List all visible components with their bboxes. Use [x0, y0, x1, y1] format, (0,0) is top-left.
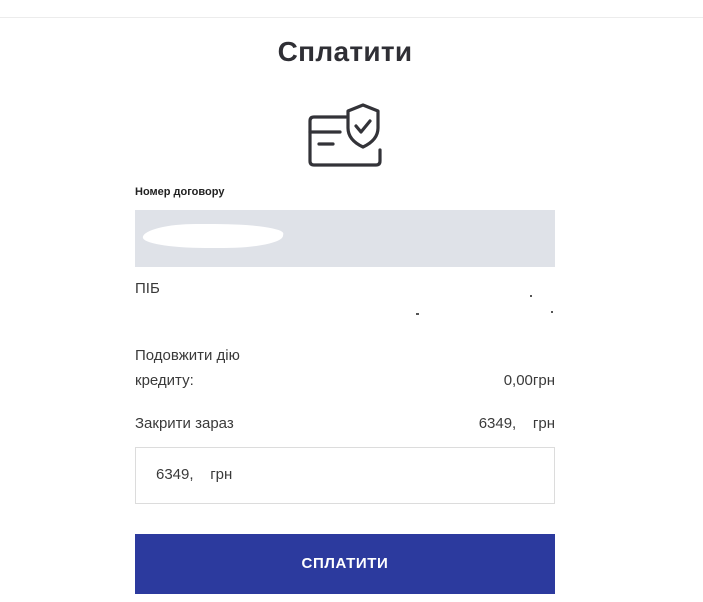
close-now-amount: 6349, грн — [478, 415, 555, 432]
card-shield-check-icon — [308, 103, 382, 167]
extend-amount: 0,00грн — [503, 372, 555, 389]
amount-input[interactable]: 6349, грн — [135, 447, 555, 504]
pay-button[interactable]: СПЛАТИТИ — [135, 534, 555, 594]
redaction-speck — [551, 311, 553, 313]
close-now-label: Закрити зараз — [135, 415, 234, 432]
fullname-label: ПІБ — [135, 280, 160, 297]
amount-input-value: 6349, грн — [156, 466, 233, 483]
redaction-speck — [530, 295, 532, 297]
page-title: Сплатити — [277, 36, 413, 67]
redaction-speck — [416, 313, 419, 315]
top-divider — [0, 17, 703, 18]
extend-label-line1: Подовжити дію — [135, 347, 240, 364]
extend-label-line2: кредиту: — [135, 372, 194, 389]
contract-number-label: Номер договору — [135, 186, 225, 198]
contract-number-field[interactable] — [135, 210, 555, 267]
redacted-value — [141, 224, 285, 248]
